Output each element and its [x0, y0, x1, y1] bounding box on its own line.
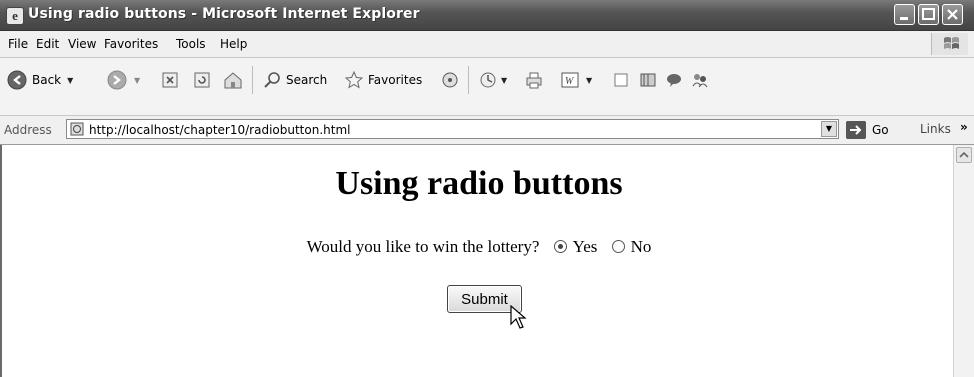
edit-dropdown-icon[interactable]: ▼: [586, 76, 592, 85]
go-label: Go: [872, 123, 889, 137]
forward-dropdown-icon[interactable]: ▼: [134, 76, 140, 85]
links-button[interactable]: Links: [920, 122, 951, 136]
title-bar: e Using radio buttons - Microsoft Intern…: [0, 0, 974, 31]
page-icon: [70, 122, 84, 136]
address-input[interactable]: http://localhost/chapter10/radiobutton.h…: [66, 119, 839, 139]
history-icon: [480, 72, 496, 88]
no-radio[interactable]: [611, 240, 625, 253]
back-dropdown-icon[interactable]: ▼: [67, 76, 73, 85]
messenger-button[interactable]: [664, 66, 684, 94]
menu-view[interactable]: View: [68, 37, 96, 51]
search-icon: [264, 72, 280, 88]
page-content: Using radio buttons Would you like to wi…: [0, 145, 954, 377]
ie-logo-icon: e: [6, 7, 24, 25]
refresh-icon: [194, 72, 210, 88]
maximize-button[interactable]: [918, 4, 939, 25]
menu-favorites[interactable]: Favorites: [104, 37, 158, 51]
address-url: http://localhost/chapter10/radiobutton.h…: [89, 123, 351, 137]
yes-label: Yes: [572, 237, 598, 256]
printer-icon: [526, 72, 542, 89]
home-button[interactable]: [222, 66, 244, 94]
star-icon: [344, 70, 364, 89]
search-label: Search: [286, 73, 328, 87]
yes-radio[interactable]: [553, 240, 567, 253]
close-button[interactable]: [942, 4, 963, 25]
lottery-question-row: Would you like to win the lottery? Yes N…: [2, 237, 956, 257]
menu-bar: File Edit View Favorites Tools Help: [0, 31, 974, 58]
mouse-cursor-icon: [510, 305, 527, 329]
forward-button[interactable]: ▼: [106, 66, 140, 94]
go-arrow-icon: [846, 121, 866, 139]
edit-button[interactable]: W ▼: [560, 66, 592, 94]
scroll-up-button[interactable]: [956, 147, 972, 163]
forward-arrow-icon: [107, 70, 127, 90]
search-button[interactable]: Search: [262, 66, 327, 94]
links-chevron-icon[interactable]: »: [960, 120, 968, 134]
go-button[interactable]: Go: [846, 120, 889, 140]
word-edit-icon: W: [561, 72, 579, 88]
refresh-button[interactable]: [192, 66, 212, 94]
stop-icon: [162, 72, 178, 88]
page-heading: Using radio buttons: [335, 165, 623, 202]
menu-file[interactable]: File: [8, 37, 28, 51]
scroll-up-arrow-icon: [959, 151, 969, 158]
media-icon: [442, 72, 458, 88]
back-arrow-icon: [7, 70, 27, 90]
discuss-icon: [614, 73, 628, 87]
discuss-button[interactable]: [612, 66, 630, 94]
favorites-button[interactable]: Favorites: [344, 66, 422, 94]
stop-button[interactable]: [160, 66, 180, 94]
toolbar: Back ▼ ▼ Search Favorites ▼ W ▼: [0, 58, 974, 116]
question-label: Would you like to win the lottery?: [306, 237, 540, 256]
menu-help[interactable]: Help: [220, 37, 247, 51]
back-button[interactable]: Back ▼: [6, 66, 73, 94]
messenger-icon: [667, 74, 681, 87]
print-button[interactable]: [524, 66, 544, 94]
menu-tools[interactable]: Tools: [176, 37, 206, 51]
back-label: Back: [32, 73, 62, 87]
extra-button[interactable]: [690, 66, 710, 94]
history-dropdown-icon[interactable]: ▼: [501, 76, 507, 85]
home-icon: [224, 72, 242, 89]
window-title: Using radio buttons - Microsoft Internet…: [28, 6, 420, 22]
menu-edit[interactable]: Edit: [36, 37, 59, 51]
research-button[interactable]: [638, 66, 658, 94]
favorites-label: Favorites: [368, 73, 423, 87]
research-icon: [640, 73, 656, 87]
people-icon: [692, 74, 708, 88]
minimize-button[interactable]: [894, 4, 915, 25]
address-label: Address: [4, 123, 52, 137]
no-label: No: [630, 237, 652, 256]
address-bar: Address http://localhost/chapter10/radio…: [0, 116, 974, 145]
vertical-scrollbar[interactable]: [953, 145, 974, 377]
history-button[interactable]: ▼: [478, 66, 507, 94]
address-dropdown-icon[interactable]: ▼: [821, 121, 837, 137]
windows-logo-icon: [931, 33, 968, 55]
toolbar-separator: [468, 66, 469, 94]
toolbar-separator: [252, 66, 253, 94]
media-button[interactable]: [440, 66, 460, 94]
